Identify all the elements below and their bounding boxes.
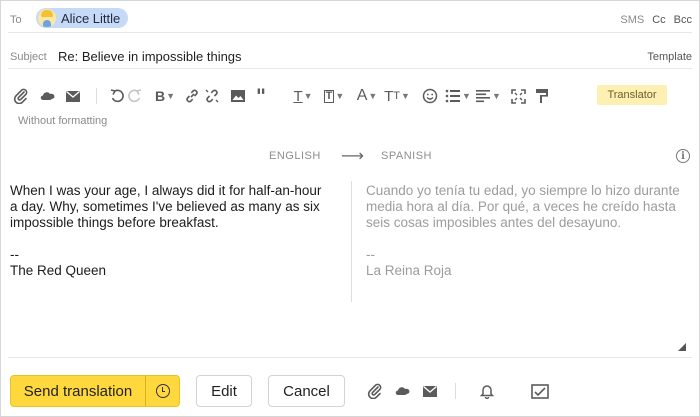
alice-avatar-icon — [38, 9, 56, 27]
source-language[interactable]: ENGLISH — [269, 150, 321, 162]
cancel-button[interactable]: Cancel — [268, 375, 345, 407]
bell-icon[interactable] — [478, 381, 496, 401]
text-box-icon[interactable]: T ▼ — [320, 86, 348, 106]
align-icon[interactable]: ▼ — [474, 86, 502, 106]
delivery-check-icon[interactable] — [530, 381, 550, 401]
clock-icon — [155, 384, 170, 398]
cloud-attach-icon[interactable] — [36, 86, 60, 106]
schedule-send-button[interactable] — [145, 376, 179, 406]
toolbar-sep — [96, 86, 97, 106]
divider — [8, 32, 692, 33]
send-translation-label[interactable]: Send translation — [11, 376, 145, 406]
footer-separator — [455, 383, 456, 399]
arrow-right-icon: ⟶ — [341, 148, 364, 165]
font-size-icon[interactable]: T T ▼ — [382, 86, 412, 106]
undo-icon[interactable] — [108, 86, 126, 106]
translation-divider — [351, 181, 352, 302]
cc-link[interactable]: Cc — [652, 14, 665, 26]
text-style-icon[interactable]: T ▼ — [290, 86, 316, 106]
mail-attach-icon[interactable] — [421, 381, 439, 401]
toolbar-format: B ▼ " — [108, 84, 270, 108]
to-label: To — [10, 14, 22, 26]
link-icon[interactable] — [182, 86, 202, 106]
recipient-name: Alice Little — [61, 10, 121, 26]
without-formatting-link[interactable]: Without formatting — [18, 115, 107, 127]
cloud-attach-icon[interactable] — [392, 381, 414, 401]
font-color-icon[interactable]: A ▼ — [354, 86, 380, 106]
recipient-chip[interactable]: Alice Little — [36, 8, 129, 28]
divider — [8, 68, 692, 69]
resize-handle-icon[interactable] — [678, 343, 686, 351]
toolbar-text: T ▼ T ▼ A ▼ T T ▼ ▼ ▼ — [290, 86, 552, 106]
image-icon[interactable] — [228, 86, 248, 106]
bold-icon[interactable]: B ▼ — [154, 86, 176, 106]
mail-attach-icon[interactable] — [64, 86, 82, 106]
target-language[interactable]: SPANISH — [381, 150, 432, 162]
redo-icon[interactable] — [126, 86, 144, 106]
info-icon[interactable]: i — [676, 149, 690, 163]
toolbar-attach — [12, 86, 82, 106]
bcc-link[interactable]: Bcc — [674, 14, 692, 26]
list-icon[interactable]: ▼ — [444, 86, 472, 106]
emoji-icon[interactable] — [420, 86, 440, 106]
subject-input[interactable]: Re: Believe in impossible things — [58, 49, 242, 64]
template-link[interactable]: Template — [647, 51, 692, 63]
divider — [8, 357, 692, 358]
quote-icon[interactable]: " — [252, 84, 270, 108]
paperclip-icon[interactable] — [366, 381, 384, 401]
source-text[interactable]: When I was your age, I always did it for… — [10, 183, 340, 279]
subject-label: Subject — [10, 51, 47, 63]
send-translation-button: Send translation — [10, 375, 180, 407]
fullscreen-icon[interactable] — [508, 86, 528, 106]
translator-button[interactable]: Translator — [597, 85, 667, 105]
translated-text: Cuando yo tenía tu edad, yo siempre lo h… — [366, 183, 680, 278]
sms-link[interactable]: SMS — [620, 14, 644, 26]
unlink-icon[interactable] — [202, 86, 222, 106]
recipient-options: SMS Cc Bcc — [620, 14, 692, 26]
paperclip-icon[interactable] — [12, 86, 30, 106]
edit-button[interactable]: Edit — [196, 375, 252, 407]
format-painter-icon[interactable] — [532, 86, 552, 106]
